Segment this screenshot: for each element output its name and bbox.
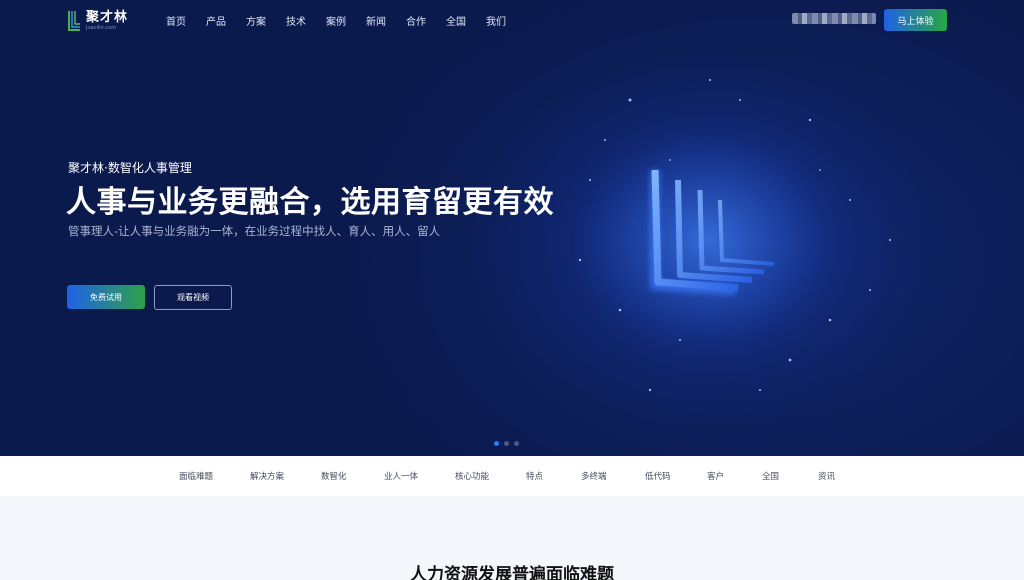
nav-item-technology[interactable]: 技术 <box>286 13 306 28</box>
carousel-dot-3[interactable] <box>514 441 519 446</box>
subnav-item-multi-device[interactable]: 多终端 <box>581 470 607 482</box>
nav-item-solutions[interactable]: 方案 <box>246 13 266 28</box>
top-header: 聚才林 Juacilin.com 首页 产品 方案 技术 案例 新闻 合作 全国… <box>0 0 1024 40</box>
nav-item-products[interactable]: 产品 <box>206 13 226 28</box>
carousel-dot-2[interactable] <box>504 441 509 446</box>
logo-text: 聚才林 Juacilin.com <box>86 11 128 31</box>
watch-video-button[interactable]: 观看视频 <box>154 285 232 310</box>
subnav-item-news[interactable]: 资讯 <box>818 470 835 482</box>
logo-l-mark-icon <box>68 10 81 32</box>
nav-item-partners[interactable]: 合作 <box>406 13 426 28</box>
hero-banner: 聚才林 Juacilin.com 首页 产品 方案 技术 案例 新闻 合作 全国… <box>0 0 1024 456</box>
carousel-dot-1[interactable] <box>494 441 499 446</box>
nav-item-news[interactable]: 新闻 <box>366 13 386 28</box>
nav-item-nationwide[interactable]: 全国 <box>446 13 466 28</box>
hero-description: 管事理人-让人事与业务融为一体，在业务过程中找人、育人、用人、留人 <box>68 224 441 238</box>
hero-title: 人事与业务更融合，选用育留更有效 <box>66 185 554 220</box>
free-trial-button[interactable]: 免费试用 <box>67 285 145 309</box>
subnav-item-core-features[interactable]: 核心功能 <box>455 470 489 482</box>
try-now-button[interactable]: 马上体验 <box>884 9 947 31</box>
subnav-item-challenges[interactable]: 面临难题 <box>179 470 213 482</box>
subnav-item-digital[interactable]: 数智化 <box>321 470 347 482</box>
nav-item-cases[interactable]: 案例 <box>326 13 346 28</box>
nav-item-home[interactable]: 首页 <box>166 13 186 28</box>
logo-name: 聚才林 <box>86 10 129 25</box>
carousel-dots <box>494 441 524 446</box>
glowing-l-layers-icon <box>560 79 891 392</box>
nav-item-about[interactable]: 我们 <box>486 13 506 28</box>
subnav-item-business-people[interactable]: 业人一体 <box>384 470 418 482</box>
logo-domain: Juacilin.com <box>86 25 117 31</box>
blurred-phone-number <box>792 13 876 24</box>
main-nav: 首页 产品 方案 技术 案例 新闻 合作 全国 我们 <box>166 13 526 28</box>
subnav-item-highlights[interactable]: 特点 <box>526 470 543 482</box>
section-subnav: 面临难题 解决方案 数智化 业人一体 核心功能 特点 多终端 低代码 客户 全国… <box>0 456 1024 496</box>
subnav-item-low-code[interactable]: 低代码 <box>645 470 671 482</box>
subnav-item-solutions[interactable]: 解决方案 <box>250 470 284 482</box>
site-logo[interactable]: 聚才林 Juacilin.com <box>68 8 158 34</box>
hero-eyebrow: 聚才林·数智化人事管理 <box>68 161 192 175</box>
subnav-item-customers[interactable]: 客户 <box>707 470 724 482</box>
section-title: 人力资源发展普遍面临难题 <box>410 565 614 580</box>
subnav-item-nationwide[interactable]: 全国 <box>762 470 779 482</box>
